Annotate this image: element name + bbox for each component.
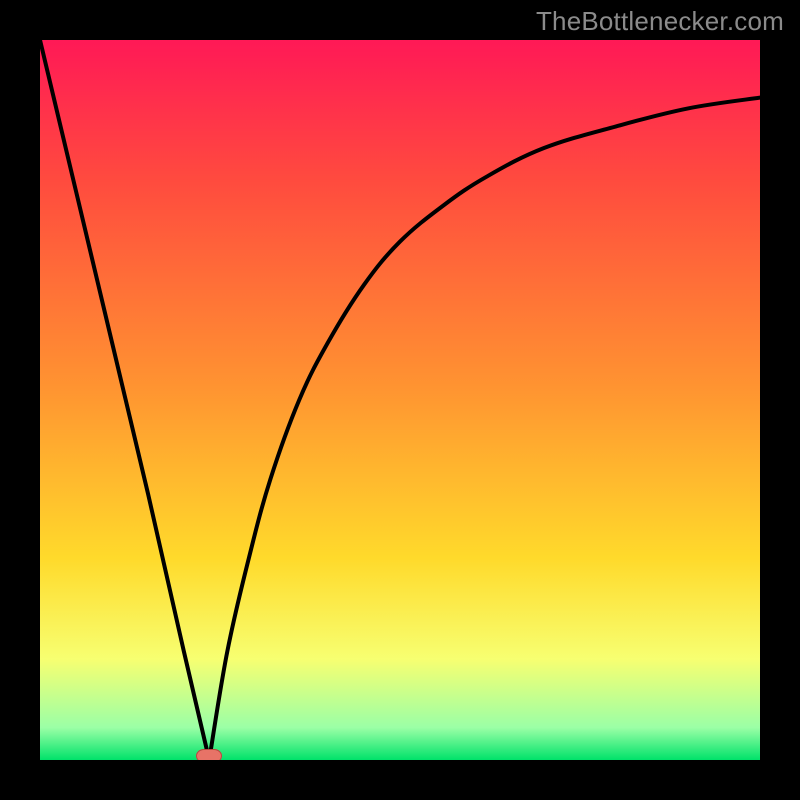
curve-right	[209, 98, 760, 760]
curve-left	[40, 40, 209, 760]
curve-layer	[40, 40, 760, 760]
min-marker	[196, 749, 222, 760]
plot-area	[40, 40, 760, 760]
chart-frame: TheBottlenecker.com	[0, 0, 800, 800]
watermark-text: TheBottlenecker.com	[536, 6, 784, 37]
